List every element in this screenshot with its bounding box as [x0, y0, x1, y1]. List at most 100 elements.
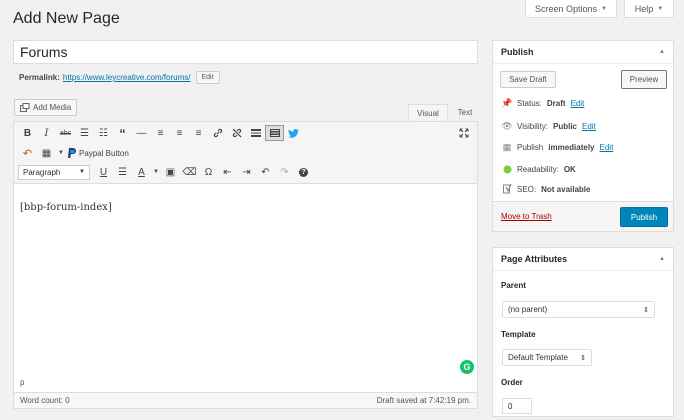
editor-toolbar: B I abc ☰ ☷ “ — ≡ ≡ ≡ ↶ ▦ ▼ Paypal Butto… — [14, 122, 477, 184]
add-media-button[interactable]: Add Media — [14, 99, 78, 116]
word-count: Word count: 0 — [20, 396, 70, 405]
format-select-value: Paragraph — [23, 167, 61, 177]
undo-icon[interactable]: ↶ — [256, 164, 275, 180]
unlink-icon[interactable] — [227, 125, 246, 141]
toolbar-row-1: B I abc ☰ ☷ “ — ≡ ≡ ≡ — [18, 124, 303, 142]
toolbar-row-2: ↶ ▦ ▼ Paypal Button — [18, 144, 131, 162]
seo-label: SEO: — [517, 184, 537, 194]
twitter-icon[interactable] — [284, 125, 303, 141]
tab-text[interactable]: Text — [450, 104, 480, 121]
order-input[interactable]: 0 — [502, 398, 532, 414]
justify-icon[interactable]: ☰ — [113, 164, 132, 180]
publish-actions: Move to Trash Publish — [493, 201, 673, 231]
order-label: Order — [501, 378, 523, 387]
permalink-label: Permalink: — [19, 73, 60, 82]
outdent-icon[interactable]: ⇤ — [218, 164, 237, 180]
status-row: 📌 Status: Draft Edit — [501, 98, 585, 109]
readability-row: Readability: OK — [502, 165, 576, 174]
publish-box-title: Publish — [501, 47, 534, 57]
read-more-icon[interactable] — [246, 125, 265, 141]
editor-status-bar: Word count: 0 Draft saved at 7:42:19 pm. — [13, 393, 478, 409]
publish-time-value: immediately — [548, 143, 595, 152]
chevron-down-icon[interactable]: ▼ — [151, 164, 161, 180]
content-editor: B I abc ☰ ☷ “ — ≡ ≡ ≡ ↶ ▦ ▼ Paypal Butto… — [13, 121, 478, 393]
move-to-trash-link[interactable]: Move to Trash — [501, 212, 552, 221]
template-label: Template — [501, 330, 536, 339]
permalink-edit-button[interactable]: Edit — [195, 71, 220, 84]
parent-select[interactable]: (no parent) ⇕ — [502, 301, 655, 318]
visibility-label: Visibility: — [517, 122, 548, 131]
align-left-icon[interactable]: ≡ — [151, 125, 170, 141]
yoast-icon — [502, 184, 512, 194]
underline-icon[interactable]: U — [94, 164, 113, 180]
publish-time-label: Publish — [517, 143, 544, 152]
visibility-row: 👁 Visibility: Public Edit — [501, 121, 596, 132]
align-center-icon[interactable]: ≡ — [170, 125, 189, 141]
fullscreen-icon[interactable] — [454, 125, 473, 141]
blockquote-icon[interactable]: “ — [113, 125, 132, 141]
redo-icon[interactable]: ↷ — [275, 164, 294, 180]
media-icon — [20, 103, 30, 112]
publish-time-edit-link[interactable]: Edit — [600, 143, 614, 152]
eye-icon: 👁 — [501, 121, 513, 131]
preview-button[interactable]: Preview — [621, 70, 667, 89]
italic-icon[interactable]: I — [37, 125, 56, 141]
add-media-label: Add Media — [33, 103, 72, 112]
tab-visual[interactable]: Visual — [408, 104, 448, 121]
paypal-label: Paypal Button — [79, 148, 129, 158]
seo-row: SEO: Not available — [502, 184, 590, 194]
format-select[interactable]: Paragraph ▼ — [18, 164, 90, 180]
calendar-icon: ▦ — [502, 142, 512, 152]
publish-button[interactable]: Publish — [620, 207, 668, 227]
help-tab[interactable]: Help ▼ — [624, 0, 674, 18]
collapse-icon[interactable]: ▲ — [659, 256, 665, 262]
permalink-row: Permalink: https://www.leycreative.com/f… — [19, 71, 220, 84]
parent-label: Parent — [501, 281, 526, 290]
special-character-icon[interactable]: Ω — [199, 164, 218, 180]
bullet-list-icon[interactable]: ☰ — [75, 125, 94, 141]
select-arrows-icon: ⇕ — [643, 306, 649, 314]
draft-saved-status: Draft saved at 7:42:19 pm. — [376, 396, 471, 405]
page-attributes-header[interactable]: Page Attributes ▲ — [493, 248, 673, 271]
toolbar-toggle-icon[interactable] — [265, 125, 284, 141]
page-attributes-title: Page Attributes — [501, 254, 568, 264]
undo-special-icon[interactable]: ↶ — [18, 145, 37, 161]
status-value: Draft — [546, 99, 566, 108]
visibility-value: Public — [552, 122, 577, 131]
link-icon[interactable] — [208, 125, 227, 141]
status-edit-link[interactable]: Edit — [571, 99, 585, 108]
chevron-down-icon[interactable]: ▼ — [56, 145, 66, 161]
numbered-list-icon[interactable]: ☷ — [94, 125, 113, 141]
screen-options-label: Screen Options — [535, 3, 598, 14]
text-color-icon[interactable]: A — [132, 164, 151, 180]
bold-icon[interactable]: B — [18, 125, 37, 141]
readability-value: OK — [563, 165, 576, 174]
indent-icon[interactable]: ⇥ — [237, 164, 256, 180]
status-label: Status: — [517, 99, 542, 108]
clear-formatting-icon[interactable]: ⌫ — [180, 164, 199, 180]
template-select[interactable]: Default Template ⇕ — [502, 349, 592, 366]
chevron-down-icon: ▼ — [601, 5, 607, 12]
page-attributes-box: Page Attributes ▲ Parent (no parent) ⇕ T… — [492, 247, 674, 417]
align-right-icon[interactable]: ≡ — [189, 125, 208, 141]
strikethrough-icon[interactable]: abc — [56, 125, 75, 141]
table-icon[interactable]: ▦ — [37, 145, 56, 161]
publish-time-row: ▦ Publish immediately Edit — [502, 142, 614, 153]
permalink-link[interactable]: https://www.leycreative.com/forums/ — [63, 73, 191, 82]
horizontal-line-icon[interactable]: — — [132, 125, 151, 141]
toolbar-row-3: Paragraph ▼ U ☰ A ▼ ▣ ⌫ Ω ⇤ ⇥ ↶ ↷ ? — [18, 163, 313, 181]
paste-text-icon[interactable]: ▣ — [161, 164, 180, 180]
publish-box: Publish ▲ Save Draft Preview 📌 Status: D… — [492, 40, 674, 232]
grammarly-icon[interactable]: G — [460, 360, 474, 374]
editor-content-area[interactable]: [bbp-forum-index] — [14, 184, 477, 231]
screen-options-tab[interactable]: Screen Options ▼ — [525, 0, 617, 18]
paypal-button[interactable]: Paypal Button — [66, 145, 131, 161]
collapse-icon[interactable]: ▲ — [659, 49, 665, 55]
visibility-edit-link[interactable]: Edit — [582, 122, 596, 131]
post-title-input[interactable]: Forums — [13, 40, 478, 64]
save-draft-button[interactable]: Save Draft — [500, 71, 556, 88]
template-select-value: Default Template — [508, 353, 568, 362]
element-path: p — [20, 378, 25, 387]
publish-box-header[interactable]: Publish ▲ — [493, 41, 673, 64]
help-icon[interactable]: ? — [294, 164, 313, 180]
